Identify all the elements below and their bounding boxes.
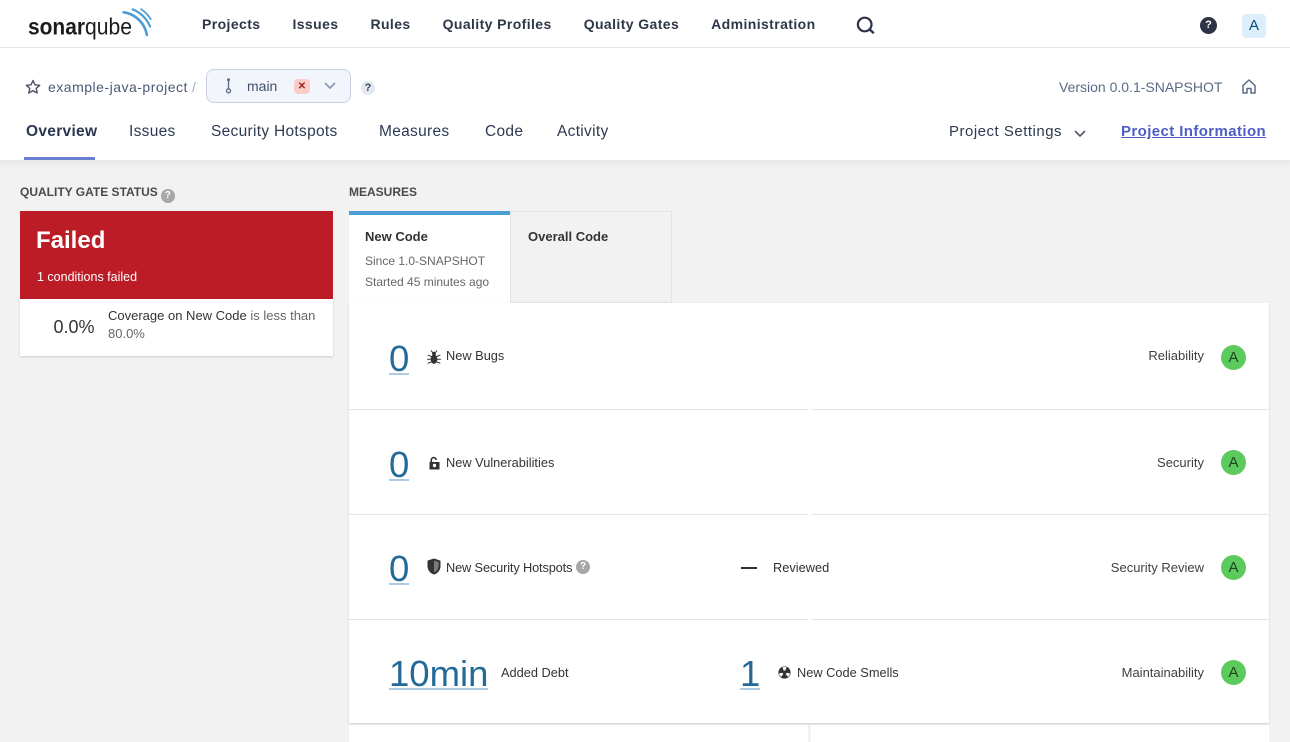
svg-text:qube: qube: [85, 14, 132, 40]
svg-text:sonar: sonar: [28, 14, 85, 40]
